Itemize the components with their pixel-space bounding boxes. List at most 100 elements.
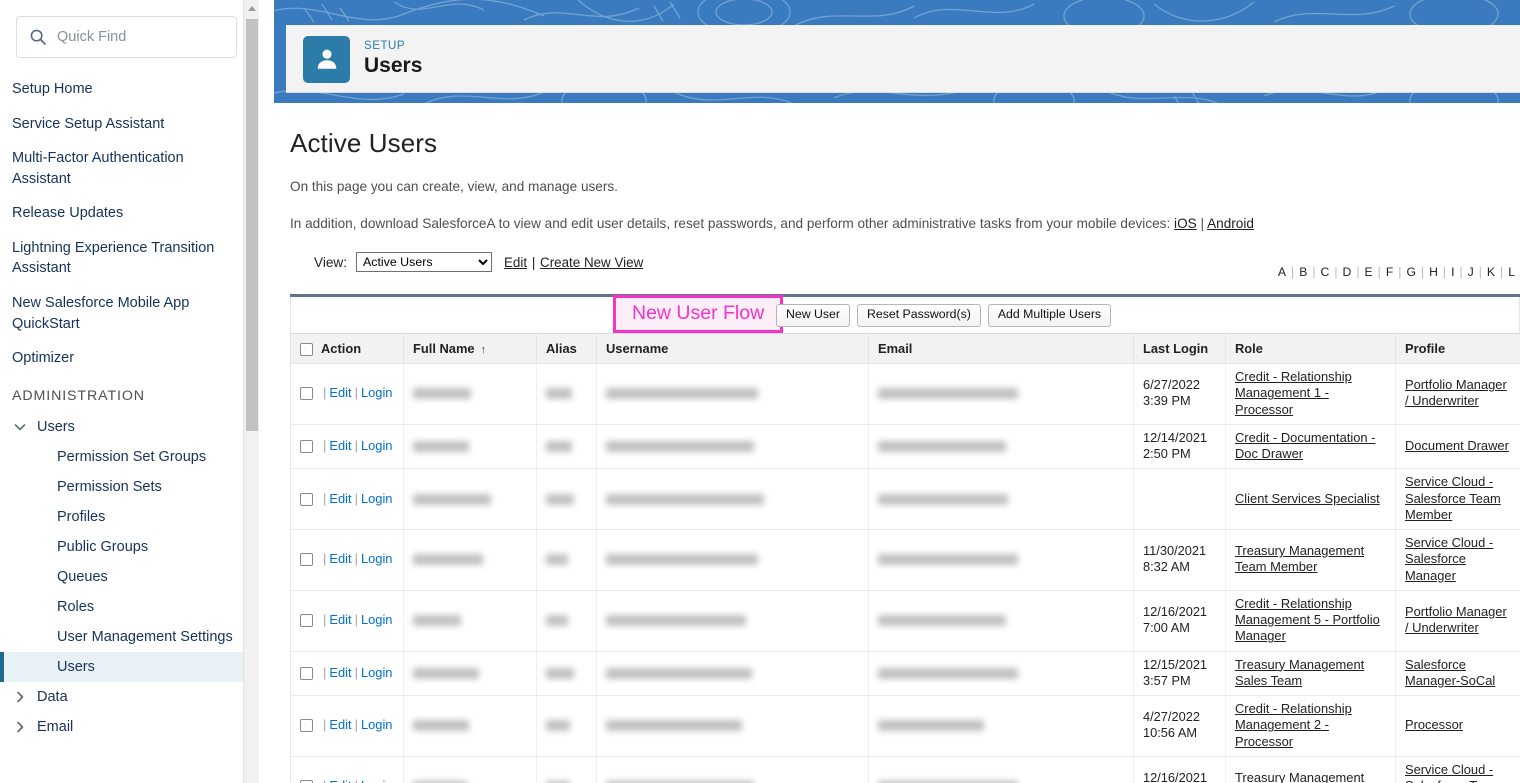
table-row[interactable]: | Edit | Login 12/14/2021 2:50 PM Credit - Doc… [290, 424, 1520, 470]
scroll-up-arrow-icon[interactable] [244, 0, 259, 17]
column-header-role[interactable]: Role [1225, 332, 1396, 365]
alpha-link-B[interactable]: B [1294, 265, 1312, 279]
sidebar-item-setup-home[interactable]: Setup Home [0, 72, 259, 107]
chevron-right-icon[interactable] [12, 689, 28, 705]
table-row[interactable]: | Edit | Login 12/15/2021 3:57 PM Treasury Man… [290, 651, 1520, 697]
sidebar-item-service-setup-assistant[interactable]: Service Setup Assistant [0, 107, 259, 142]
row-checkbox[interactable] [300, 666, 313, 680]
sidebar-item-new-salesforce-mobile-app-quickstart[interactable]: New Salesforce Mobile App QuickStart [0, 286, 259, 341]
new-user-button[interactable]: New User [776, 304, 850, 327]
android-link[interactable]: Android [1207, 216, 1254, 231]
profile-link[interactable]: Document Drawer [1405, 438, 1509, 453]
edit-link[interactable]: Edit [329, 717, 351, 732]
table-row[interactable]: | Edit | Login Client Services Specialist Ser… [290, 468, 1520, 531]
sidebar-item-permission-set-groups[interactable]: Permission Set Groups [0, 442, 259, 472]
column-header-alias[interactable]: Alias [536, 332, 597, 365]
profile-link[interactable]: Service Cloud - Salesforce Team Member [1405, 762, 1501, 783]
edit-link[interactable]: Edit [329, 491, 351, 506]
alpha-link-G[interactable]: G [1401, 265, 1420, 279]
select-all-checkbox[interactable] [300, 343, 313, 357]
alpha-link-H[interactable]: H [1424, 265, 1443, 279]
role-link[interactable]: Treasury Management Sales Team [1235, 770, 1364, 783]
sidebar-item-public-groups[interactable]: Public Groups [0, 532, 259, 562]
add-multiple-users-button[interactable]: Add Multiple Users [987, 304, 1112, 327]
profile-link[interactable]: Portfolio Manager / Underwriter [1405, 377, 1507, 408]
scrollbar-thumb[interactable] [246, 19, 258, 431]
row-checkbox[interactable] [300, 440, 313, 454]
alpha-link-K[interactable]: K [1482, 265, 1500, 279]
role-link[interactable]: Credit - Documentation - Doc Drawer [1235, 430, 1375, 461]
edit-link[interactable]: Edit [329, 438, 351, 453]
table-row[interactable]: | Edit | Login 4/27/2022 10:56 AM Credit - Rel… [290, 695, 1520, 757]
login-link[interactable]: Login [361, 665, 393, 680]
sidebar-group-data[interactable]: Data [0, 682, 259, 712]
ios-link[interactable]: iOS [1174, 216, 1197, 231]
create-new-view-link[interactable]: Create New View [540, 255, 643, 270]
alpha-link-L[interactable]: L [1503, 265, 1520, 279]
view-select[interactable]: Active UsersAll UsersAdmin Users [356, 252, 492, 273]
role-link[interactable]: Treasury Management Team Member [1235, 543, 1364, 574]
role-link[interactable]: Client Services Specialist [1235, 491, 1380, 506]
alpha-link-E[interactable]: E [1360, 265, 1378, 279]
row-checkbox[interactable] [300, 387, 313, 401]
chevron-down-icon[interactable] [12, 419, 28, 435]
alpha-link-A[interactable]: A [1273, 265, 1291, 279]
chevron-right-icon[interactable] [12, 719, 28, 735]
role-link[interactable]: Treasury Management Sales Team [1235, 657, 1364, 688]
column-header-username[interactable]: Username [596, 332, 869, 365]
role-link[interactable]: Credit - Relationship Management 5 - Por… [1235, 596, 1380, 644]
alpha-link-I[interactable]: I [1446, 265, 1459, 279]
sidebar-scrollbar[interactable] [243, 0, 259, 783]
table-row[interactable]: |Edit|Login12/16/20218:52 AMTreasury Man… [290, 756, 1520, 783]
sidebar-item-user-management-settings[interactable]: User Management Settings [0, 622, 259, 652]
row-checkbox[interactable] [300, 614, 313, 628]
column-header-action[interactable]: Action [290, 332, 404, 365]
alpha-link-F[interactable]: F [1381, 265, 1398, 279]
row-checkbox[interactable] [300, 553, 313, 567]
sidebar-group-users[interactable]: Users [0, 412, 259, 442]
sidebar-item-permission-sets[interactable]: Permission Sets [0, 472, 259, 502]
login-link[interactable]: Login [361, 551, 393, 566]
profile-link[interactable]: Service Cloud - Salesforce Team Member [1405, 474, 1501, 522]
sidebar-item-lightning-experience-transition-assistant[interactable]: Lightning Experience Transition Assistan… [0, 231, 259, 286]
sidebar-group-email[interactable]: Email [0, 712, 259, 742]
profile-link[interactable]: Service Cloud - Salesforce Manager [1405, 535, 1493, 583]
role-link[interactable]: Credit - Relationship Management 2 - Pro… [1235, 701, 1352, 749]
login-link[interactable]: Login [361, 438, 393, 453]
alpha-link-C[interactable]: C [1316, 265, 1335, 279]
role-link[interactable]: Credit - Relationship Management 1 - Pro… [1235, 369, 1352, 417]
edit-link[interactable]: Edit [329, 612, 351, 627]
login-link[interactable]: Login [361, 717, 393, 732]
sidebar-item-roles[interactable]: Roles [0, 592, 259, 622]
sidebar-item-release-updates[interactable]: Release Updates [0, 196, 259, 231]
profile-link[interactable]: Processor [1405, 717, 1463, 732]
table-row[interactable]: | Edit | Login 6/27/2022 3:39 PM Credit - Rela… [290, 363, 1520, 425]
sidebar-item-optimizer[interactable]: Optimizer [0, 341, 259, 376]
alpha-link-D[interactable]: D [1338, 265, 1357, 279]
alpha-link-J[interactable]: J [1463, 265, 1479, 279]
edit-link[interactable]: Edit [329, 385, 351, 400]
sidebar-item-profiles[interactable]: Profiles [0, 502, 259, 532]
sidebar-item-users[interactable]: Users [0, 651, 259, 682]
column-header-email[interactable]: Email [868, 332, 1134, 365]
reset-password-s-button[interactable]: Reset Password(s) [856, 304, 981, 327]
row-checkbox[interactable] [300, 492, 313, 506]
login-link[interactable]: Login [361, 491, 393, 506]
sidebar-item-multi-factor-authentication-assistant[interactable]: Multi-Factor Authentication Assistant [0, 141, 259, 196]
column-header-profile[interactable]: Profile [1395, 332, 1520, 365]
profile-link[interactable]: Salesforce Manager-SoCal [1405, 657, 1495, 688]
column-header-full-name[interactable]: Full Name ↑ [403, 332, 537, 365]
quick-find-box[interactable] [16, 16, 237, 58]
edit-link[interactable]: Edit [329, 778, 351, 783]
login-link[interactable]: Login [361, 612, 393, 627]
table-row[interactable]: | Edit | Login 11/30/2021 8:32 AM Treasury Man… [290, 529, 1520, 591]
row-checkbox[interactable] [300, 719, 313, 733]
edit-view-link[interactable]: Edit [504, 255, 527, 270]
sidebar-item-queues[interactable]: Queues [0, 562, 259, 592]
column-header-last-login[interactable]: Last Login [1133, 332, 1226, 365]
login-link[interactable]: Login [361, 385, 393, 400]
search-input[interactable] [55, 28, 205, 46]
table-row[interactable]: | Edit | Login 12/16/2021 7:00 AM Credit - Rel… [290, 590, 1520, 652]
login-link[interactable]: Login [361, 778, 393, 783]
edit-link[interactable]: Edit [329, 551, 351, 566]
